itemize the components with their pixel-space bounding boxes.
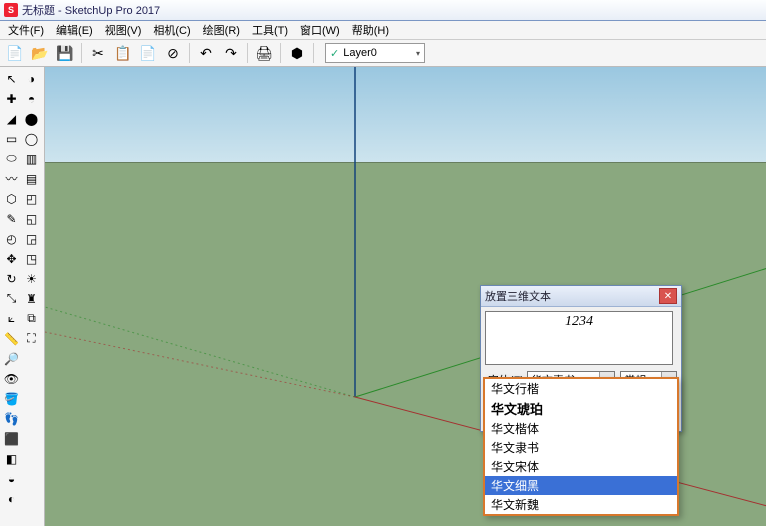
open-button[interactable]: 📂	[29, 42, 51, 64]
undo-button[interactable]: ↶	[195, 42, 217, 64]
menu-item[interactable]: 视图(V)	[99, 20, 148, 40]
tool-button[interactable]: ⧉	[22, 309, 41, 328]
tool-button[interactable]: 〰	[2, 169, 21, 188]
red-axis-negative	[45, 332, 355, 397]
tool-button[interactable]: ◯	[22, 129, 41, 148]
font-option[interactable]: 华文新魏	[485, 495, 677, 514]
font-dropdown-list[interactable]: 华文行楷华文琥珀华文楷体华文隶书华文宋体华文细黑华文新魏	[483, 377, 679, 516]
tool-button[interactable]: ⛶	[22, 329, 41, 348]
menu-item[interactable]: 相机(C)	[147, 20, 196, 40]
tool-button[interactable]: 👁	[2, 369, 21, 388]
model-viewport[interactable]: 放置三维文本 ✕ 1234 字体(F) 华文素书 ▾ 常规 ▾	[45, 67, 766, 526]
menu-item[interactable]: 绘图(R)	[197, 20, 246, 40]
tool-button[interactable]: 🪣	[2, 389, 21, 408]
cut-button[interactable]: ✂	[87, 42, 109, 64]
tool-button[interactable]: ▭	[2, 129, 21, 148]
tool-button[interactable]: ◲	[22, 229, 41, 248]
tool-button[interactable]: ⬡	[2, 189, 21, 208]
menu-bar: 文件(F)编辑(E)视图(V)相机(C)绘图(R)工具(T)窗口(W)帮助(H)	[0, 21, 766, 40]
tool-button[interactable]: ◴	[2, 229, 21, 248]
separator	[189, 43, 190, 63]
app-icon: S	[4, 3, 18, 17]
tool-button[interactable]: ◑	[22, 69, 41, 88]
tool-button[interactable]: 🔎	[2, 349, 21, 368]
separator	[280, 43, 281, 63]
tool-button[interactable]: ⬭	[2, 149, 21, 168]
model-info-button[interactable]: ⬢	[286, 42, 308, 64]
font-option[interactable]: 华文琥珀	[485, 398, 677, 419]
font-option[interactable]: 华文隶书	[485, 438, 677, 457]
dialog-close-button[interactable]: ✕	[659, 288, 677, 304]
main-toolbar: 📄 📂 💾 ✂ 📋 📄 ⊘ ↶ ↷ 🖨 ⬢ ✓ Layer0 ▾	[0, 40, 766, 67]
tool-button[interactable]: ⬤	[22, 109, 41, 128]
font-option[interactable]: 华文行楷	[485, 379, 677, 398]
tool-button[interactable]: ♜	[22, 289, 41, 308]
copy-button[interactable]: 📋	[112, 42, 134, 64]
tool-button[interactable]: ◳	[22, 249, 41, 268]
tool-button[interactable]: ◐	[2, 489, 21, 508]
menu-item[interactable]: 帮助(H)	[346, 20, 395, 40]
font-option[interactable]: 华文宋体	[485, 457, 677, 476]
tool-button[interactable]: ◢	[2, 109, 21, 128]
tool-palette: ↖✚◢▭⬭〰⬡✎◴✥↻⤡⟀📏🔎👁🪣👣⬛◧◒◐ ◑◓⬤◯▥▤◰◱◲◳☀♜⧉⛶	[0, 67, 45, 526]
tool-button[interactable]: ▤	[22, 169, 41, 188]
dialog-title-text: 放置三维文本	[485, 288, 551, 304]
separator	[313, 43, 314, 63]
menu-item[interactable]: 工具(T)	[246, 20, 294, 40]
delete-button[interactable]: ⊘	[162, 42, 184, 64]
tool-button[interactable]: ◒	[2, 469, 21, 488]
save-button[interactable]: 💾	[54, 42, 76, 64]
menu-item[interactable]: 窗口(W)	[294, 20, 346, 40]
tool-button[interactable]: ☀	[22, 269, 41, 288]
tool-button[interactable]: 📏	[2, 329, 21, 348]
tool-button[interactable]: ◱	[22, 209, 41, 228]
tool-button[interactable]: 👣	[2, 409, 21, 428]
text-input[interactable]: 1234	[485, 311, 673, 365]
window-titlebar: S 无标题 - SketchUp Pro 2017	[0, 0, 766, 21]
chevron-down-icon: ▾	[416, 49, 420, 58]
tool-button[interactable]: ↖	[2, 69, 21, 88]
menu-item[interactable]: 编辑(E)	[50, 20, 99, 40]
tool-button[interactable]: ◰	[22, 189, 41, 208]
tool-button[interactable]: ↻	[2, 269, 21, 288]
menu-item[interactable]: 文件(F)	[2, 20, 50, 40]
tool-button[interactable]: ◓	[22, 89, 41, 108]
font-option[interactable]: 华文细黑	[485, 476, 677, 495]
layer-dropdown[interactable]: ✓ Layer0 ▾	[325, 43, 425, 63]
tool-button[interactable]: ⬛	[2, 429, 21, 448]
tool-button[interactable]: ⟀	[2, 309, 21, 328]
tool-button[interactable]: ✥	[2, 249, 21, 268]
tool-button[interactable]: ⤡	[2, 289, 21, 308]
paste-button[interactable]: 📄	[137, 42, 159, 64]
separator	[81, 43, 82, 63]
tool-button[interactable]: ✚	[2, 89, 21, 108]
tool-button[interactable]: ◧	[2, 449, 21, 468]
dialog-titlebar[interactable]: 放置三维文本 ✕	[481, 286, 681, 307]
redo-button[interactable]: ↷	[220, 42, 242, 64]
green-axis-negative	[45, 307, 355, 397]
print-button[interactable]: 🖨	[253, 42, 275, 64]
layer-visible-check: ✓	[330, 47, 339, 60]
window-title: 无标题 - SketchUp Pro 2017	[22, 2, 160, 18]
new-button[interactable]: 📄	[4, 42, 26, 64]
layer-name: Layer0	[343, 47, 377, 59]
tool-button[interactable]: ✎	[2, 209, 21, 228]
separator	[247, 43, 248, 63]
tool-button[interactable]: ▥	[22, 149, 41, 168]
font-option[interactable]: 华文楷体	[485, 419, 677, 438]
